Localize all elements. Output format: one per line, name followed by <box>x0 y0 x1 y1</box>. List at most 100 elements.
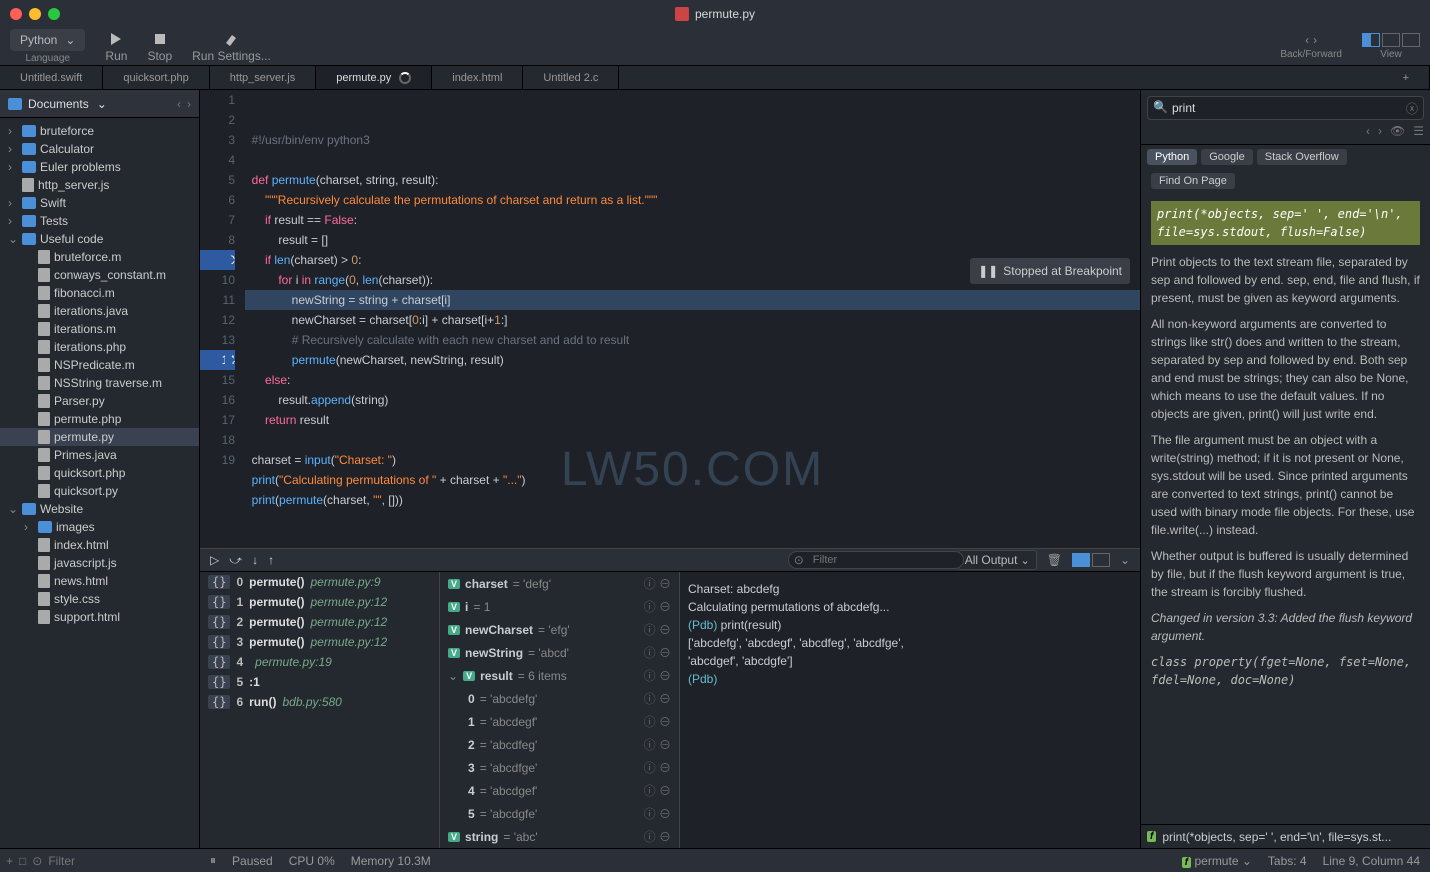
variable-row[interactable]: 0 = 'abcdefg'ⓘ ⊖ <box>440 687 679 710</box>
folder-item[interactable]: ›bruteforce <box>0 122 199 140</box>
editor-tab[interactable]: Untitled 2.c <box>523 66 619 89</box>
language-label: Language <box>25 53 70 64</box>
item-label: permute.php <box>54 412 121 426</box>
folder-item[interactable]: ›Swift <box>0 194 199 212</box>
variable-row[interactable]: V i = 1ⓘ ⊖ <box>440 595 679 618</box>
variable-row[interactable]: V newCharset = 'efg'ⓘ ⊖ <box>440 618 679 641</box>
file-item[interactable]: index.html <box>0 536 199 554</box>
stack-frame[interactable]: {} 4 permute.py:19 <box>200 652 439 672</box>
new-tab-button[interactable]: + <box>1383 66 1430 89</box>
variable-row[interactable]: 1 = 'abcdegf'ⓘ ⊖ <box>440 710 679 733</box>
folder-item[interactable]: ›Euler problems <box>0 158 199 176</box>
remove-icon[interactable]: □ <box>19 854 26 868</box>
file-item[interactable]: permute.php <box>0 410 199 428</box>
folder-item[interactable]: ⌄Useful code <box>0 230 199 248</box>
stack-frame[interactable]: {} 3 permute() permute.py:12 <box>200 632 439 652</box>
file-item[interactable]: http_server.js <box>0 176 199 194</box>
maximize-window[interactable] <box>48 8 60 20</box>
editor-tab[interactable]: Untitled.swift <box>0 66 103 89</box>
step-into-icon[interactable]: ↓ <box>252 553 258 567</box>
titlebar: permute.py <box>0 0 1430 28</box>
code-content[interactable]: #!/usr/bin/env python3 def permute(chars… <box>245 90 1140 548</box>
close-window[interactable] <box>10 8 22 20</box>
sidebar-filter-input[interactable] <box>48 854 203 868</box>
editor-tab[interactable]: index.html <box>432 66 523 89</box>
back-button[interactable]: ‹ <box>1305 33 1309 47</box>
doc-search-input[interactable] <box>1147 96 1424 120</box>
file-item[interactable]: bruteforce.m <box>0 248 199 266</box>
call-stack[interactable]: {} 0 permute() permute.py:9{} 1 permute(… <box>200 572 440 848</box>
sidebar-header[interactable]: Documents ⌄ ‹ › <box>0 90 199 118</box>
folder-item[interactable]: ›Calculator <box>0 140 199 158</box>
debug-filter-input[interactable] <box>788 551 964 569</box>
variable-row[interactable]: V string = 'abc'ⓘ ⊖ <box>440 825 679 848</box>
pause-icon[interactable]: ⏸ <box>210 853 216 868</box>
output-selector[interactable]: All Output ⌄ <box>958 550 1037 570</box>
folder-item[interactable]: ›Tests <box>0 212 199 230</box>
stop-button[interactable]: Stop <box>147 31 172 63</box>
stack-frame[interactable]: {} 1 permute() permute.py:12 <box>200 592 439 612</box>
editor-tab[interactable]: permute.py <box>316 66 432 89</box>
file-item[interactable]: quicksort.php <box>0 464 199 482</box>
file-item[interactable]: NSString traverse.m <box>0 374 199 392</box>
variables-panel[interactable]: V charset = 'defg'ⓘ ⊖V i = 1ⓘ ⊖V newChar… <box>440 572 680 848</box>
next-result-icon[interactable]: › <box>1378 124 1382 138</box>
variable-row[interactable]: ⌄ V result = 6 itemsⓘ ⊖ <box>440 664 679 687</box>
variable-row[interactable]: V newString = 'abcd'ⓘ ⊖ <box>440 641 679 664</box>
prev-result-icon[interactable]: ‹ <box>1366 124 1370 138</box>
variable-row[interactable]: 4 = 'abcdgef'ⓘ ⊖ <box>440 779 679 802</box>
file-item[interactable]: javascript.js <box>0 554 199 572</box>
file-item[interactable]: iterations.php <box>0 338 199 356</box>
stack-frame[interactable]: {} 5 :1 <box>200 672 439 692</box>
editor-tab[interactable]: quicksort.php <box>103 66 209 89</box>
variable-row[interactable]: V charset = 'defg'ⓘ ⊖ <box>440 572 679 595</box>
code-editor[interactable]: 12345678910111213141516171819 #!/usr/bin… <box>200 90 1140 548</box>
file-item[interactable]: iterations.m <box>0 320 199 338</box>
run-button[interactable]: Run <box>105 31 127 63</box>
file-item[interactable]: Parser.py <box>0 392 199 410</box>
variable-row[interactable]: 3 = 'abcdfge'ⓘ ⊖ <box>440 756 679 779</box>
minimize-window[interactable] <box>29 8 41 20</box>
file-item[interactable]: quicksort.py <box>0 482 199 500</box>
nav-forward-icon[interactable]: › <box>187 97 191 111</box>
file-item[interactable]: permute.py <box>0 428 199 446</box>
find-on-page-button[interactable]: Find On Page <box>1151 173 1235 189</box>
language-selector[interactable]: Python ⌄ <box>10 29 85 51</box>
list-icon[interactable]: ☰ <box>1413 124 1424 138</box>
chevron-down-icon[interactable]: ⌄ <box>1120 553 1130 567</box>
debug-layout-buttons[interactable] <box>1072 553 1110 567</box>
continue-icon[interactable]: ▷ <box>210 553 219 567</box>
clear-icon[interactable]: ⓧ <box>1406 100 1418 117</box>
run-settings-button[interactable]: Run Settings... <box>192 31 271 63</box>
file-item[interactable]: NSPredicate.m <box>0 356 199 374</box>
file-item[interactable]: fibonacci.m <box>0 284 199 302</box>
file-item[interactable]: news.html <box>0 572 199 590</box>
trash-icon[interactable]: 🗑 <box>1047 553 1062 567</box>
variable-row[interactable]: 5 = 'abcdgfe'ⓘ ⊖ <box>440 802 679 825</box>
eye-icon[interactable]: 👁 <box>1390 124 1405 138</box>
step-over-icon[interactable]: ⤻ <box>229 553 242 568</box>
file-item[interactable]: iterations.java <box>0 302 199 320</box>
view-layout-buttons[interactable] <box>1362 33 1420 47</box>
editor-tab[interactable]: http_server.js <box>210 66 316 89</box>
debug-console[interactable]: Charset: abcdefgCalculating permutations… <box>680 572 1140 848</box>
file-item[interactable]: style.css <box>0 590 199 608</box>
folder-item[interactable]: ⌄Website <box>0 500 199 518</box>
forward-button[interactable]: › <box>1313 33 1317 47</box>
variable-row[interactable]: 2 = 'abcdfeg'ⓘ ⊖ <box>440 733 679 756</box>
status-tabs[interactable]: Tabs: 4 <box>1268 854 1307 868</box>
file-item[interactable]: Primes.java <box>0 446 199 464</box>
doc-source-tab[interactable]: Google <box>1201 149 1252 165</box>
stack-frame[interactable]: {} 2 permute() permute.py:12 <box>200 612 439 632</box>
add-icon[interactable]: + <box>6 854 13 868</box>
step-out-icon[interactable]: ↑ <box>268 553 274 567</box>
file-item[interactable]: conways_constant.m <box>0 266 199 284</box>
doc-source-tab[interactable]: Stack Overflow <box>1257 149 1347 165</box>
line-gutter[interactable]: 12345678910111213141516171819 <box>200 90 245 548</box>
doc-source-tab[interactable]: Python <box>1147 149 1197 165</box>
file-item[interactable]: support.html <box>0 608 199 626</box>
stack-frame[interactable]: {} 0 permute() permute.py:9 <box>200 572 439 592</box>
stack-frame[interactable]: {} 6 run() bdb.py:580 <box>200 692 439 712</box>
nav-back-icon[interactable]: ‹ <box>177 97 181 111</box>
folder-item[interactable]: ›images <box>0 518 199 536</box>
